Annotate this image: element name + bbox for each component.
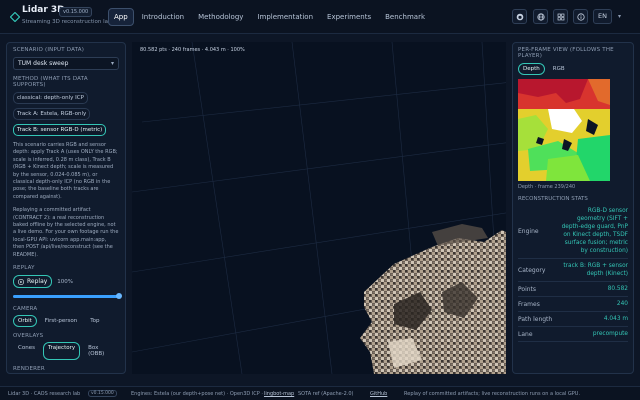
- stat-row-category: Category track B: RGB + sensor depth (Ki…: [518, 259, 628, 282]
- per-frame-panel: PER-FRAME VIEW (FOLLOWS THE PLAYER) Dept…: [512, 42, 634, 374]
- point-cloud-canvas[interactable]: [132, 42, 506, 374]
- replay-button-label: Replay: [27, 278, 48, 286]
- chevron-down-icon: ▾: [618, 13, 622, 20]
- tab-experiments[interactable]: Experiments: [321, 8, 377, 26]
- stat-key: Category: [518, 266, 546, 274]
- depth-toggle[interactable]: Depth: [518, 63, 545, 75]
- camera-first-person-button[interactable]: First-person: [40, 315, 82, 327]
- per-frame-title: PER-FRAME VIEW (FOLLOWS THE PLAYER): [518, 47, 614, 59]
- language-globe-button[interactable]: [533, 9, 548, 24]
- stat-value: precompute: [592, 331, 628, 337]
- grid-button[interactable]: [553, 9, 568, 24]
- footer-link-github[interactable]: GitHub: [370, 391, 387, 397]
- tab-implementation[interactable]: Implementation: [251, 8, 319, 26]
- stat-value: 4.043 m: [603, 316, 628, 322]
- replay-button[interactable]: Replay: [13, 275, 53, 289]
- footer: Lidar 3D · CAOS research lab v0.15.000 E…: [0, 386, 640, 400]
- stat-row-engine: Engine RGB-D sensor geometry (SIFT + dep…: [518, 204, 628, 259]
- method-classical-button[interactable]: classical: depth-only ICP: [13, 92, 88, 104]
- tab-app[interactable]: App: [108, 8, 134, 26]
- stat-key: Frames: [518, 300, 540, 308]
- depth-frame-image: [518, 79, 610, 181]
- stat-value: 80.582: [607, 286, 628, 292]
- scenario-value: TUM desk sweep: [18, 60, 69, 67]
- renderer-label: RENDERER: [13, 366, 45, 373]
- camera-top-button[interactable]: Top: [85, 315, 104, 327]
- stats-table: Engine RGB-D sensor geometry (SIFT + dep…: [518, 204, 628, 342]
- footer-link-lingbot-map[interactable]: lingbot-map: [264, 391, 294, 397]
- depth-map: [518, 79, 610, 181]
- info-button[interactable]: [573, 9, 588, 24]
- tab-introduction[interactable]: Introduction: [136, 8, 190, 26]
- stat-key: Engine: [518, 227, 539, 235]
- tab-benchmark[interactable]: Benchmark: [379, 8, 431, 26]
- overlay-cones-button[interactable]: Cones: [13, 342, 40, 360]
- scenario-select[interactable]: TUM desk sweep ▾: [13, 57, 119, 70]
- replay-slider[interactable]: [13, 293, 122, 300]
- stat-key: Points: [518, 285, 537, 293]
- github-icon: [516, 13, 523, 20]
- slider-handle[interactable]: [116, 293, 122, 300]
- top-bar: Lidar 3D v0.15.000 Streaming 3D reconstr…: [0, 0, 640, 34]
- camera-label: CAMERA: [13, 306, 38, 313]
- method-track-a-button[interactable]: Track A: Estela, RGB-only: [13, 108, 91, 120]
- depth-caption: Depth · frame 239/240: [518, 184, 576, 190]
- play-icon: [18, 278, 24, 285]
- 3d-viewport[interactable]: 80.582 pts · 240 frames · 4.043 m · 100%: [132, 42, 506, 374]
- overlay-box-button[interactable]: Box (OBB): [83, 342, 116, 360]
- footer-lab: Lidar 3D · CAOS research lab: [8, 391, 81, 397]
- slider-fill: [13, 295, 119, 299]
- footer-version: v0.15.000: [88, 390, 117, 397]
- version-badge: v0.15.000: [59, 7, 93, 17]
- viewport-readout: 80.582 pts · 240 frames · 4.043 m · 100%: [140, 47, 245, 53]
- control-panel: SCENARIO (INPUT DATA) TUM desk sweep ▾ M…: [6, 42, 126, 374]
- stat-value: track B: RGB + sensor depth (Kinect): [563, 263, 628, 277]
- scenario-description: This scenario carries RGB and sensor dep…: [13, 142, 118, 200]
- method-label: METHOD (WHAT ITS DATA SUPPORTS): [13, 76, 88, 88]
- language-select[interactable]: EN: [593, 9, 612, 24]
- rgb-toggle[interactable]: RGB: [548, 63, 570, 75]
- globe-icon: [536, 12, 545, 21]
- stat-row-path-length: Path length 4.043 m: [518, 312, 628, 327]
- grid-icon: [557, 13, 564, 20]
- app-subtitle: Streaming 3D reconstruction lab: [22, 19, 112, 25]
- stats-title: RECONSTRUCTION STATS: [518, 196, 588, 202]
- stat-row-lane: Lane precompute: [518, 327, 628, 342]
- replay-speed: 100%: [57, 278, 74, 285]
- camera-orbit-button[interactable]: Orbit: [13, 315, 37, 328]
- chevron-down-icon: ▾: [110, 60, 114, 67]
- footer-engines: Engines: Estela (our depth+pose net) · O…: [131, 391, 263, 397]
- stat-value: RGB-D sensor geometry (SIFT + depth-edge…: [561, 208, 628, 254]
- stat-value: 240: [616, 301, 628, 307]
- overlay-trajectory-button[interactable]: Trajectory: [42, 342, 81, 361]
- replay-description: Replaying a committed artifact (CONTRACT…: [13, 207, 119, 258]
- stat-key: Lane: [518, 330, 533, 338]
- info-icon: [576, 12, 585, 21]
- logo-icon: [10, 12, 20, 22]
- main-nav: App Introduction Methodology Implementat…: [108, 8, 433, 26]
- stat-row-points: Points 80.582: [518, 282, 628, 297]
- overlays-label: OVERLAYS: [13, 333, 44, 340]
- scenario-label: SCENARIO (INPUT DATA): [13, 47, 85, 53]
- footer-sota: SOTA ref (Apache-2.0): [298, 391, 354, 397]
- replay-label: REPLAY: [13, 265, 35, 272]
- stat-key: Path length: [518, 315, 553, 323]
- github-button[interactable]: [512, 9, 527, 24]
- tab-methodology[interactable]: Methodology: [192, 8, 249, 26]
- method-track-b-button[interactable]: Track B: sensor RGB-D (metric): [13, 124, 107, 136]
- stat-row-frames: Frames 240: [518, 297, 628, 312]
- footer-note: Replay of committed artifacts; live reco…: [404, 391, 581, 397]
- point-cloud: [360, 224, 506, 374]
